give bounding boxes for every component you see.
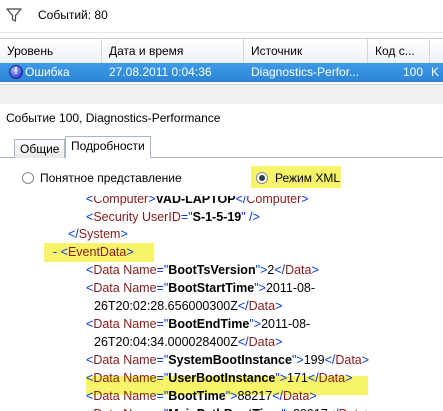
data-name-value: BootEndTime [168, 317, 250, 331]
data-name-value: BootStartTime [168, 281, 255, 295]
xml-data-row: <Data Name="UserBootInstance">171</Data> [86, 371, 353, 385]
data-value-continuation: 26T20:02:28.656000300Z [94, 299, 238, 313]
xml-line-system-close: </System> [68, 227, 128, 241]
radio-friendly-view[interactable] [22, 172, 34, 184]
data-name-value: MainPathBootTime [168, 407, 281, 411]
data-value: 199 [303, 353, 325, 367]
xml-view[interactable]: <Computer>VAD-LAPTOP</Computer> <Securit… [12, 196, 443, 411]
data-value: 39917 [293, 407, 328, 411]
error-icon: ! [9, 65, 23, 79]
data-value: 2011-08- [261, 317, 311, 331]
tab-details[interactable]: Подробности [65, 136, 151, 159]
events-count: Событий: 80 [38, 8, 108, 22]
row-code: 100 [402, 65, 423, 79]
xml-data-row: <Data Name="BootEndTime">2011-08- [86, 317, 311, 331]
tab-general[interactable]: Общие [14, 139, 66, 158]
xml-data-row: <Data Name="BootStartTime">2011-08- [86, 281, 316, 295]
radio-xml-label[interactable]: Режим XML [275, 171, 340, 185]
xml-data-row: <Data Name="BootTime">88217</Data> [86, 389, 317, 403]
xml-data-row: <Data Name="BootTsVersion">2</Data> [86, 263, 319, 277]
filter-icon[interactable] [6, 7, 22, 23]
xml-line-computer: <Computer>VAD-LAPTOP</Computer> [86, 196, 309, 206]
xml-line-eventdata[interactable]: - <EventData> [53, 244, 134, 260]
radio-xml-view[interactable] [256, 172, 268, 184]
data-name-value: BootTsVersion [168, 263, 256, 277]
row-level: Ошибка [25, 65, 70, 79]
data-name-value: UserBootInstance [168, 371, 276, 385]
row-datetime: 27.08.2011 0:04:36 [109, 65, 212, 79]
data-value-continuation: 26T20:04:34.000028400Z [94, 335, 238, 349]
toolbar: Событий: 80 [0, 0, 443, 33]
data-name-value: BootTime [168, 389, 226, 403]
xml-data-row: <Data Name="SystemBootInstance">199</Dat… [86, 353, 370, 367]
data-name-value: SystemBootInstance [168, 353, 292, 367]
data-value: 171 [287, 371, 308, 385]
collapse-toggle[interactable]: - [53, 245, 57, 259]
column-header-source[interactable]: Источник [244, 39, 368, 63]
column-header-level[interactable]: Уровень [0, 39, 102, 63]
details-title: Событие 100, Diagnostics-Performance [6, 111, 221, 125]
row-source: Diagnostics-Perfor... [251, 65, 360, 79]
column-header-datetime[interactable]: Дата и время [102, 39, 244, 63]
xml-data-row-continuation: 26T20:04:34.000028400Z</Data> [94, 335, 283, 349]
xml-data-row-continuation: 26T20:02:28.656000300Z</Data> [94, 299, 283, 313]
data-value: 88217 [237, 389, 273, 403]
data-value: 2011-08- [265, 281, 316, 295]
radio-friendly-label[interactable]: Понятное представление [40, 171, 182, 185]
event-list-header: Уровень Дата и время Источник Код с... [0, 38, 443, 64]
xml-data-row: <Data Name="MainPathBootTime">39917</Dat… [86, 406, 372, 411]
pane-splitter[interactable] [0, 84, 443, 106]
column-header-code[interactable]: Код с... [368, 39, 430, 63]
event-row-selected[interactable]: ! Ошибка 27.08.2011 0:04:36 Diagnostics-… [0, 63, 443, 82]
xml-line-security: <Security UserID="S-1-5-19" /> [86, 210, 260, 224]
row-extra: K [431, 65, 440, 79]
